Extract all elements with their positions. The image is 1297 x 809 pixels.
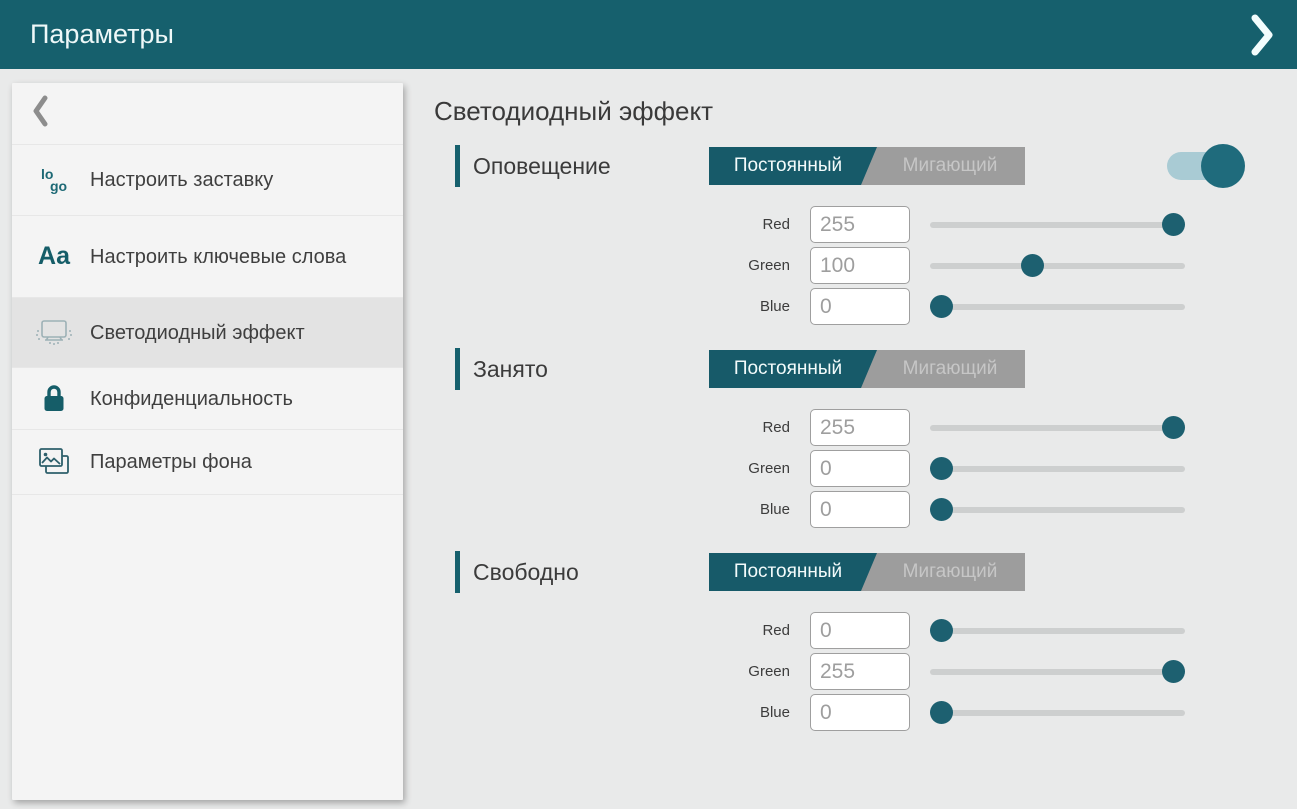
section-accent-bar xyxy=(455,145,460,187)
red-slider-knob[interactable] xyxy=(1162,416,1185,439)
blue-slider[interactable] xyxy=(930,491,1185,528)
slider-track[interactable] xyxy=(930,669,1185,675)
logo-icon: logo xyxy=(32,168,76,192)
mode-steady-button[interactable]: Постоянный xyxy=(709,147,881,185)
red-label: Red xyxy=(455,419,790,436)
mode-steady-button[interactable]: Постоянный xyxy=(709,553,881,591)
blue-value-input[interactable] xyxy=(810,288,910,325)
green-slider-knob[interactable] xyxy=(1162,660,1185,683)
section-title: Свободно xyxy=(473,559,709,586)
slider-track[interactable] xyxy=(930,466,1185,472)
red-label: Red xyxy=(455,622,790,639)
sidebar-item-label: Настроить заставку xyxy=(90,167,273,193)
section-title: Занято xyxy=(473,356,709,383)
green-value-input[interactable] xyxy=(810,247,910,284)
slider-track[interactable] xyxy=(930,425,1185,431)
lock-icon xyxy=(32,384,76,414)
sidebar-item-label: Конфиденциальность xyxy=(90,386,293,412)
blue-slider-knob[interactable] xyxy=(930,498,953,521)
chevron-left-icon xyxy=(32,95,49,132)
content-title: Светодиодный эффект xyxy=(434,96,1297,127)
mode-steady-button[interactable]: Постоянный xyxy=(709,350,881,388)
sidebar-item-background[interactable]: Параметры фона xyxy=(12,430,403,495)
slider-track[interactable] xyxy=(930,304,1185,310)
red-value-input[interactable] xyxy=(810,612,910,649)
red-slider[interactable] xyxy=(930,612,1185,649)
green-slider[interactable] xyxy=(930,450,1185,487)
red-slider-knob[interactable] xyxy=(1162,213,1185,236)
section-accent-bar xyxy=(455,551,460,593)
green-value-input[interactable] xyxy=(810,450,910,487)
mode-toggle-group: Постоянный Мигающий xyxy=(709,147,1025,185)
led-effect-panel: Светодиодный эффект Оповещение Постоянны… xyxy=(403,69,1297,809)
sidebar-back-button[interactable] xyxy=(12,83,403,145)
section-busy: Занято Постоянный Мигающий Red Gr xyxy=(455,347,1297,528)
chevron-right-icon[interactable] xyxy=(1245,13,1279,57)
red-value-input[interactable] xyxy=(810,206,910,243)
green-slider-knob[interactable] xyxy=(930,457,953,480)
blue-value-input[interactable] xyxy=(810,491,910,528)
sidebar-item-keywords[interactable]: Aa Настроить ключевые слова xyxy=(12,216,403,298)
sidebar-item-privacy[interactable]: Конфиденциальность xyxy=(12,368,403,430)
blue-label: Blue xyxy=(455,298,790,315)
blue-label: Blue xyxy=(455,501,790,518)
slider-track[interactable] xyxy=(930,507,1185,513)
green-value-input[interactable] xyxy=(810,653,910,690)
sidebar-item-splash-screen[interactable]: logo Настроить заставку xyxy=(12,145,403,216)
red-label: Red xyxy=(455,216,790,233)
mode-toggle-group: Постоянный Мигающий xyxy=(709,350,1025,388)
red-slider[interactable] xyxy=(930,409,1185,446)
sidebar-item-label: Параметры фона xyxy=(90,449,252,475)
green-label: Green xyxy=(455,663,790,680)
blue-slider[interactable] xyxy=(930,694,1185,731)
led-display-icon xyxy=(32,317,76,349)
blue-slider-knob[interactable] xyxy=(930,295,953,318)
slider-track[interactable] xyxy=(930,628,1185,634)
section-alert: Оповещение Постоянный Мигающий Red xyxy=(455,144,1297,325)
mode-blinking-button[interactable]: Мигающий xyxy=(861,350,1025,388)
red-slider[interactable] xyxy=(930,206,1185,243)
green-slider[interactable] xyxy=(930,653,1185,690)
settings-sidebar: logo Настроить заставку Aa Настроить клю… xyxy=(12,83,403,800)
page-title: Параметры xyxy=(30,19,174,50)
section-accent-bar xyxy=(455,348,460,390)
mode-blinking-button[interactable]: Мигающий xyxy=(861,553,1025,591)
blue-value-input[interactable] xyxy=(810,694,910,731)
section-title: Оповещение xyxy=(473,153,709,180)
blue-slider-knob[interactable] xyxy=(930,701,953,724)
slider-track[interactable] xyxy=(930,222,1185,228)
font-aa-icon: Aa xyxy=(32,242,76,271)
green-slider[interactable] xyxy=(930,247,1185,284)
top-bar: Параметры xyxy=(0,0,1297,69)
green-slider-knob[interactable] xyxy=(1021,254,1044,277)
blue-label: Blue xyxy=(455,704,790,721)
led-toggle-switch[interactable] xyxy=(1167,152,1223,180)
sidebar-item-led-effect[interactable]: Светодиодный эффект xyxy=(12,298,403,368)
sidebar-item-label: Настроить ключевые слова xyxy=(90,244,346,270)
mode-toggle-group: Постоянный Мигающий xyxy=(709,553,1025,591)
mode-blinking-button[interactable]: Мигающий xyxy=(861,147,1025,185)
green-label: Green xyxy=(455,257,790,274)
switch-thumb xyxy=(1201,144,1245,188)
red-slider-knob[interactable] xyxy=(930,619,953,642)
blue-slider[interactable] xyxy=(930,288,1185,325)
background-images-icon xyxy=(32,446,76,478)
section-free: Свободно Постоянный Мигающий Red xyxy=(455,550,1297,731)
sidebar-item-label: Светодиодный эффект xyxy=(90,320,305,346)
red-value-input[interactable] xyxy=(810,409,910,446)
slider-track[interactable] xyxy=(930,710,1185,716)
green-label: Green xyxy=(455,460,790,477)
slider-track[interactable] xyxy=(930,263,1185,269)
